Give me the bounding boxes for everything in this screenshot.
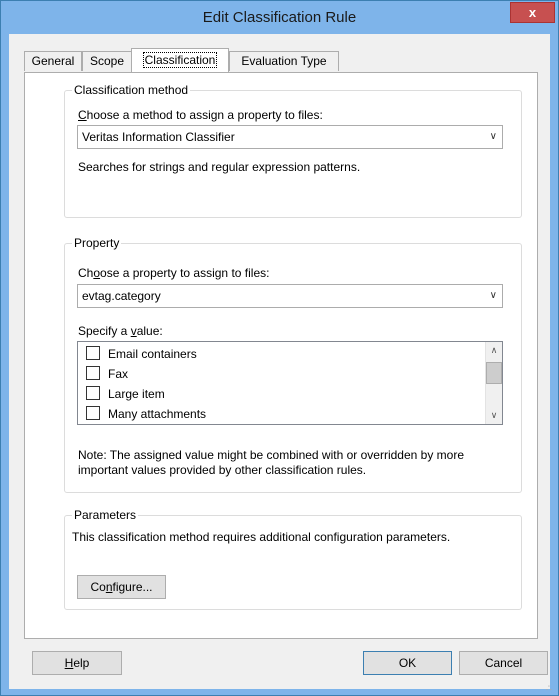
value-list-scrollbar[interactable]: ∧ ∨ bbox=[485, 342, 502, 424]
parameters-group-label: Parameters bbox=[72, 508, 139, 522]
classification-method-group-label: Classification method bbox=[72, 83, 191, 97]
close-icon: x bbox=[528, 5, 537, 20]
property-select-value: evtag.category bbox=[82, 289, 161, 303]
value-listbox[interactable]: Email containers Fax Large item Many att… bbox=[77, 341, 503, 425]
tab-evaluation-type[interactable]: Evaluation Type bbox=[229, 51, 339, 71]
list-item[interactable]: Fax bbox=[86, 364, 128, 384]
value-prompt: Specify a value: bbox=[78, 324, 163, 338]
close-button[interactable]: x bbox=[510, 2, 555, 23]
property-group-label: Property bbox=[72, 236, 122, 250]
chevron-down-icon: ∨ bbox=[489, 290, 497, 301]
dialog-window: Edit Classification Rule x General Scope… bbox=[0, 0, 559, 696]
value-checkbox[interactable] bbox=[86, 346, 100, 360]
tab-scope[interactable]: Scope bbox=[82, 51, 132, 71]
property-note-line-2: important values provided by other class… bbox=[78, 463, 367, 477]
list-item-label: Many attachments bbox=[108, 407, 207, 421]
scrollbar-thumb[interactable] bbox=[486, 362, 502, 384]
tab-classification-label: Classification bbox=[142, 52, 218, 68]
method-description: Searches for strings and regular express… bbox=[78, 160, 361, 174]
value-checkbox[interactable] bbox=[86, 406, 100, 420]
property-note-line-1: Note: The assigned value might be combin… bbox=[78, 448, 464, 462]
cancel-button[interactable]: Cancel bbox=[459, 651, 548, 675]
ok-button[interactable]: OK bbox=[363, 651, 452, 675]
resize-grip-icon[interactable]: ∴ bbox=[546, 683, 556, 693]
property-prompt: Choose a property to assign to files: bbox=[78, 266, 270, 280]
help-button[interactable]: Help bbox=[32, 651, 122, 675]
classification-tab-panel: Classification method Choose a method to… bbox=[24, 72, 538, 639]
tab-general-label: General bbox=[31, 54, 75, 68]
chevron-down-icon: ∨ bbox=[489, 131, 497, 142]
list-item[interactable]: Large item bbox=[86, 384, 165, 404]
list-item-label: Fax bbox=[108, 367, 129, 381]
value-checkbox[interactable] bbox=[86, 386, 100, 400]
window-title: Edit Classification Rule bbox=[202, 9, 357, 26]
property-select[interactable]: evtag.category ∨ bbox=[77, 284, 503, 308]
tab-scope-label: Scope bbox=[89, 54, 125, 68]
method-select-value: Veritas Information Classifier bbox=[82, 130, 235, 144]
configure-button[interactable]: Configure... bbox=[77, 575, 166, 599]
scroll-up-icon[interactable]: ∧ bbox=[486, 342, 502, 359]
list-item[interactable]: Many attachments bbox=[86, 404, 206, 424]
scroll-down-icon[interactable]: ∨ bbox=[486, 407, 502, 424]
title-bar[interactable]: Edit Classification Rule x bbox=[1, 1, 558, 34]
parameters-description: This classification method requires addi… bbox=[72, 530, 451, 544]
method-select[interactable]: Veritas Information Classifier ∨ bbox=[77, 125, 503, 149]
value-checkbox[interactable] bbox=[86, 366, 100, 380]
tab-general[interactable]: General bbox=[24, 51, 82, 71]
list-item-label: Email containers bbox=[108, 347, 197, 361]
list-item-label: Large item bbox=[108, 387, 165, 401]
list-item[interactable]: Email containers bbox=[86, 344, 197, 364]
method-prompt: Choose a method to assign a property to … bbox=[78, 108, 323, 122]
tab-classification[interactable]: Classification bbox=[131, 48, 229, 72]
tab-evaluation-type-label: Evaluation Type bbox=[241, 54, 327, 68]
